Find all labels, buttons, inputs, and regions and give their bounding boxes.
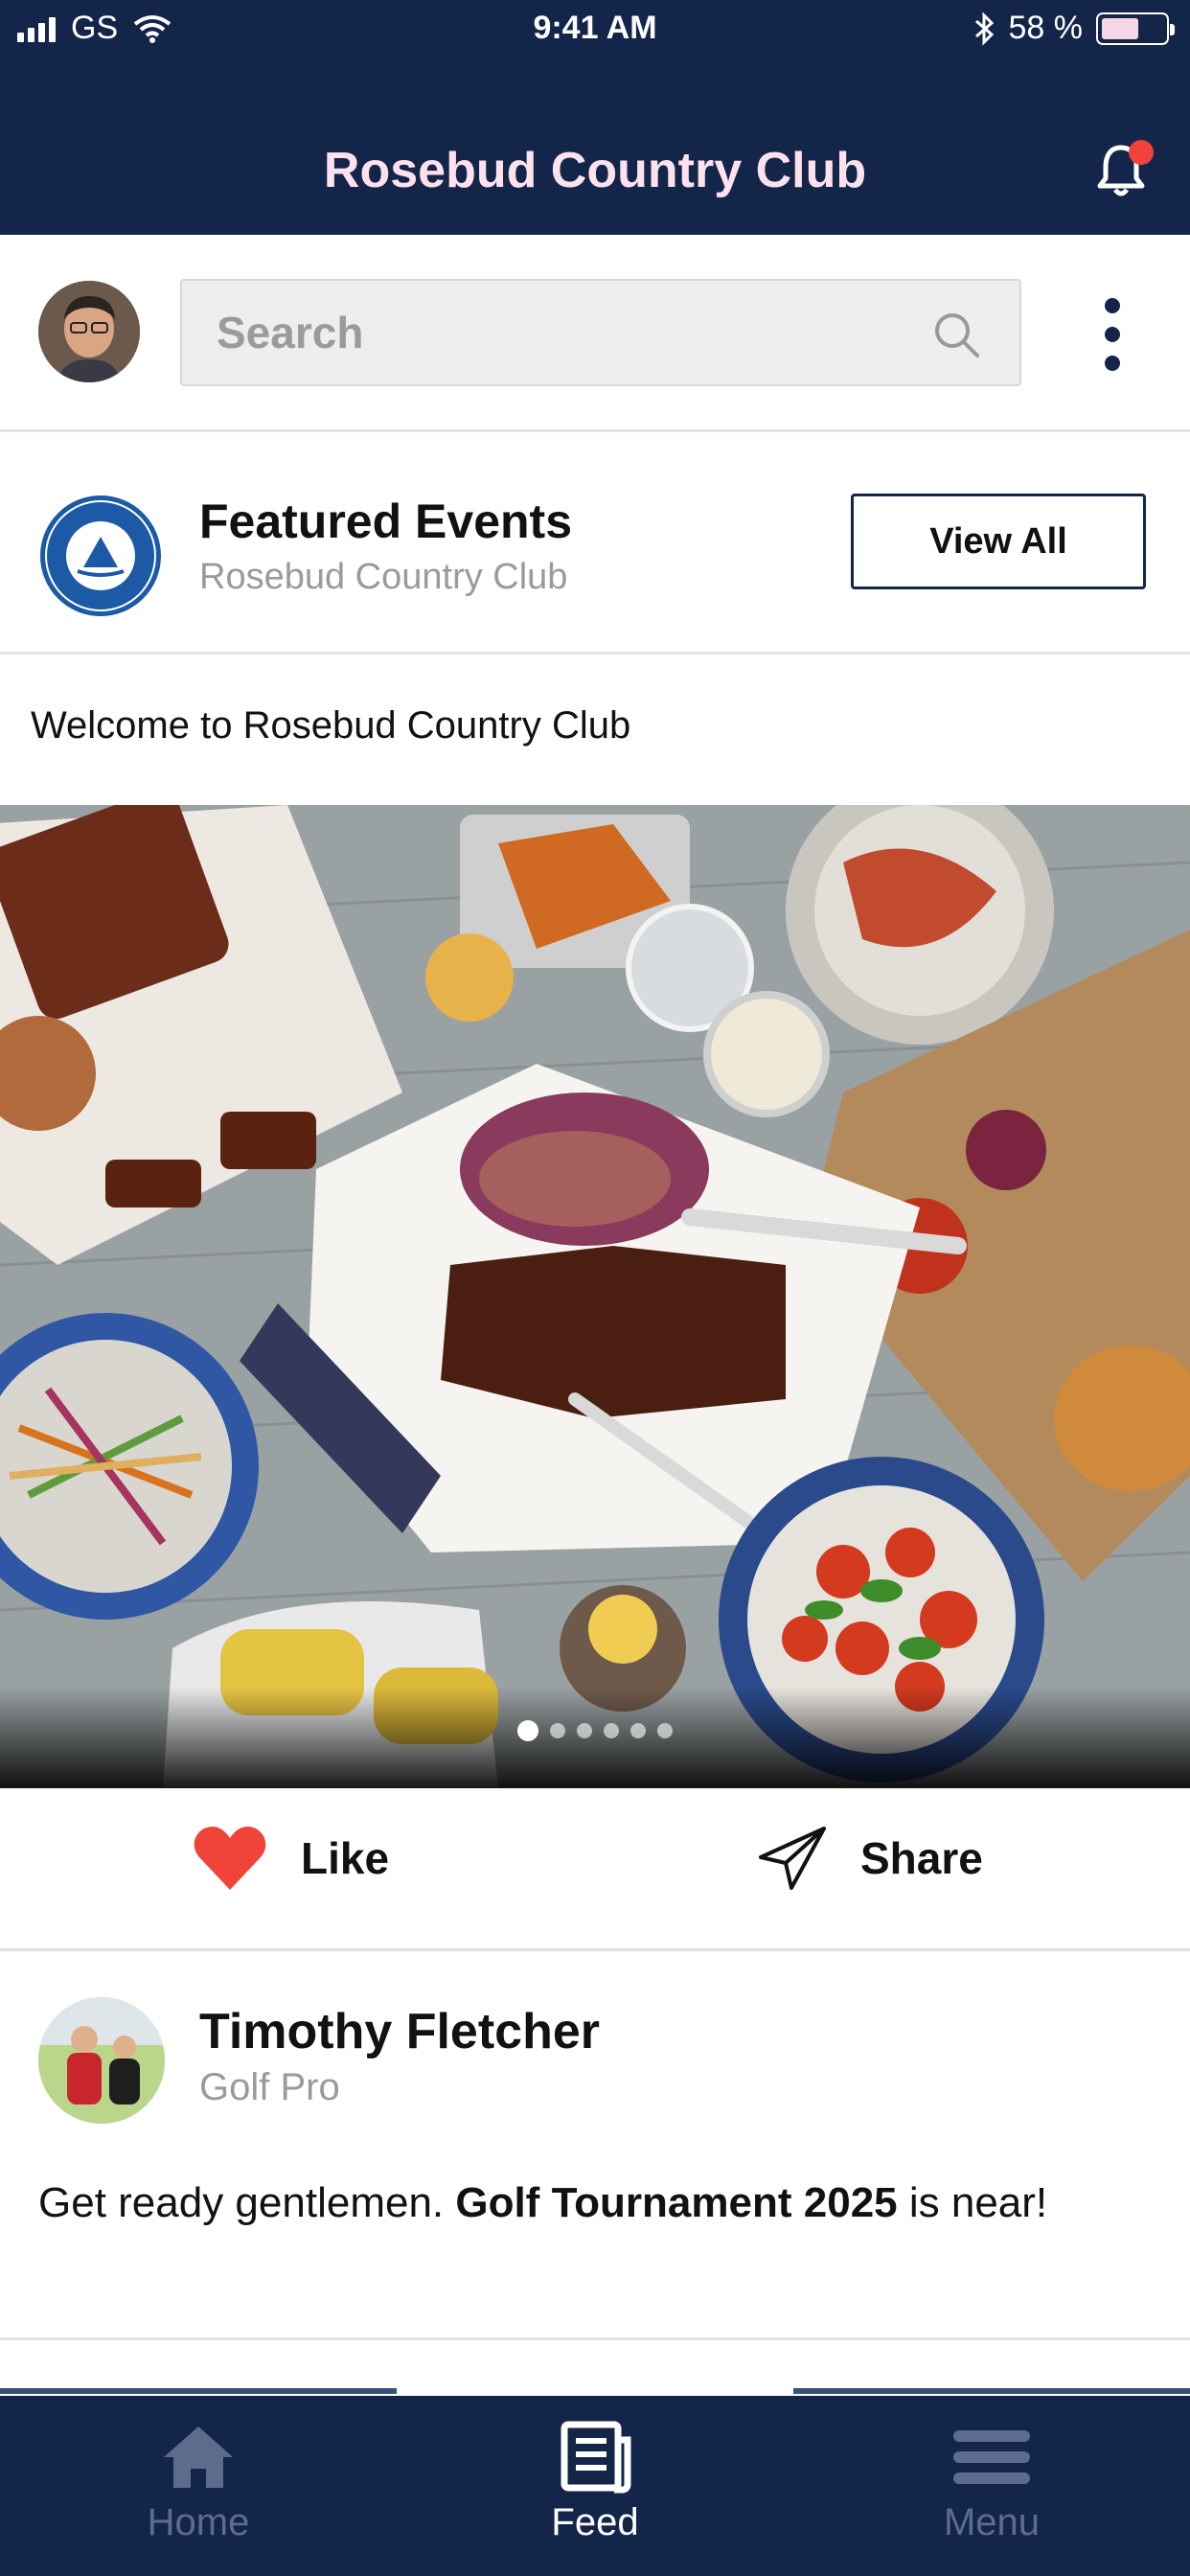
- post-author-role: Golf Pro: [199, 2066, 340, 2108]
- carousel-dot[interactable]: [550, 1723, 565, 1738]
- featured-events-title: Featured Events: [199, 494, 573, 548]
- page-title: Rosebud Country Club: [323, 143, 867, 198]
- carousel-dot[interactable]: [577, 1723, 592, 1738]
- post-text-prefix: Get ready gentlemen.: [38, 2179, 456, 2226]
- feed-post: Timothy Fletcher Golf Pro Get ready gent…: [0, 1951, 1190, 2340]
- user-avatar-image: [38, 281, 140, 382]
- food-image: [0, 805, 1190, 1788]
- search-row: [0, 235, 1190, 432]
- post-actions: Like Share: [0, 1788, 1190, 1951]
- notifications-button[interactable]: [1090, 140, 1154, 201]
- like-button[interactable]: Like: [192, 1825, 389, 1892]
- tab-home[interactable]: Home: [0, 2396, 397, 2576]
- active-tab-indicator: [397, 2388, 793, 2394]
- heart-icon: [194, 1827, 266, 1890]
- welcome-text: Welcome to Rosebud Country Club: [31, 704, 631, 747]
- featured-events-subtitle: Rosebud Country Club: [199, 557, 568, 597]
- search-input[interactable]: [182, 281, 1019, 384]
- share-button[interactable]: Share: [757, 1825, 983, 1892]
- post-author[interactable]: Timothy Fletcher: [199, 2003, 600, 2060]
- battery-percent: 58 %: [1008, 10, 1084, 46]
- menu-icon: [953, 2430, 1030, 2484]
- share-label: Share: [860, 1833, 983, 1883]
- feed-icon: [561, 2421, 631, 2494]
- tab-label: Menu: [943, 2501, 1041, 2543]
- more-options-button[interactable]: [1092, 288, 1133, 384]
- club-logo: [40, 495, 161, 616]
- tab-menu[interactable]: Menu: [793, 2396, 1190, 2576]
- event-photo[interactable]: [0, 805, 1190, 1788]
- featured-events-header: Featured Events Rosebud Country Club Vie…: [0, 432, 1190, 655]
- carousel-dot[interactable]: [657, 1723, 673, 1738]
- carousel-dot[interactable]: [517, 1720, 538, 1741]
- bluetooth-icon: [974, 11, 994, 46]
- home-icon: [164, 2426, 233, 2488]
- tab-label: Feed: [551, 2501, 639, 2543]
- post-text-highlight: Golf Tournament 2025: [455, 2179, 898, 2226]
- post-text: Get ready gentlemen. Golf Tournament 202…: [38, 2174, 1140, 2233]
- search-field[interactable]: [180, 279, 1021, 386]
- post-text-suffix: is near!: [897, 2179, 1048, 2226]
- tab-label: Home: [147, 2501, 250, 2543]
- battery-icon: [1096, 12, 1175, 45]
- avatar[interactable]: [38, 281, 140, 382]
- search-icon: [935, 313, 979, 357]
- tab-feed[interactable]: Feed: [397, 2396, 793, 2576]
- like-label: Like: [301, 1833, 390, 1883]
- carousel-dot[interactable]: [630, 1723, 646, 1738]
- view-all-button[interactable]: View All: [851, 494, 1146, 589]
- avatar[interactable]: [38, 1997, 165, 2124]
- send-icon: [759, 1827, 826, 1890]
- notification-badge: [1129, 140, 1154, 165]
- bottom-tab-bar: Home Feed Menu: [0, 2396, 1190, 2576]
- next-post-peek: [0, 2340, 1190, 2394]
- carousel-indicator[interactable]: [0, 1720, 1190, 1741]
- app-header: GS 9:41 AM 58 % Rosebud Country Club: [0, 0, 1190, 235]
- carousel-dot[interactable]: [604, 1723, 619, 1738]
- status-bar: GS 9:41 AM 58 %: [0, 0, 1190, 63]
